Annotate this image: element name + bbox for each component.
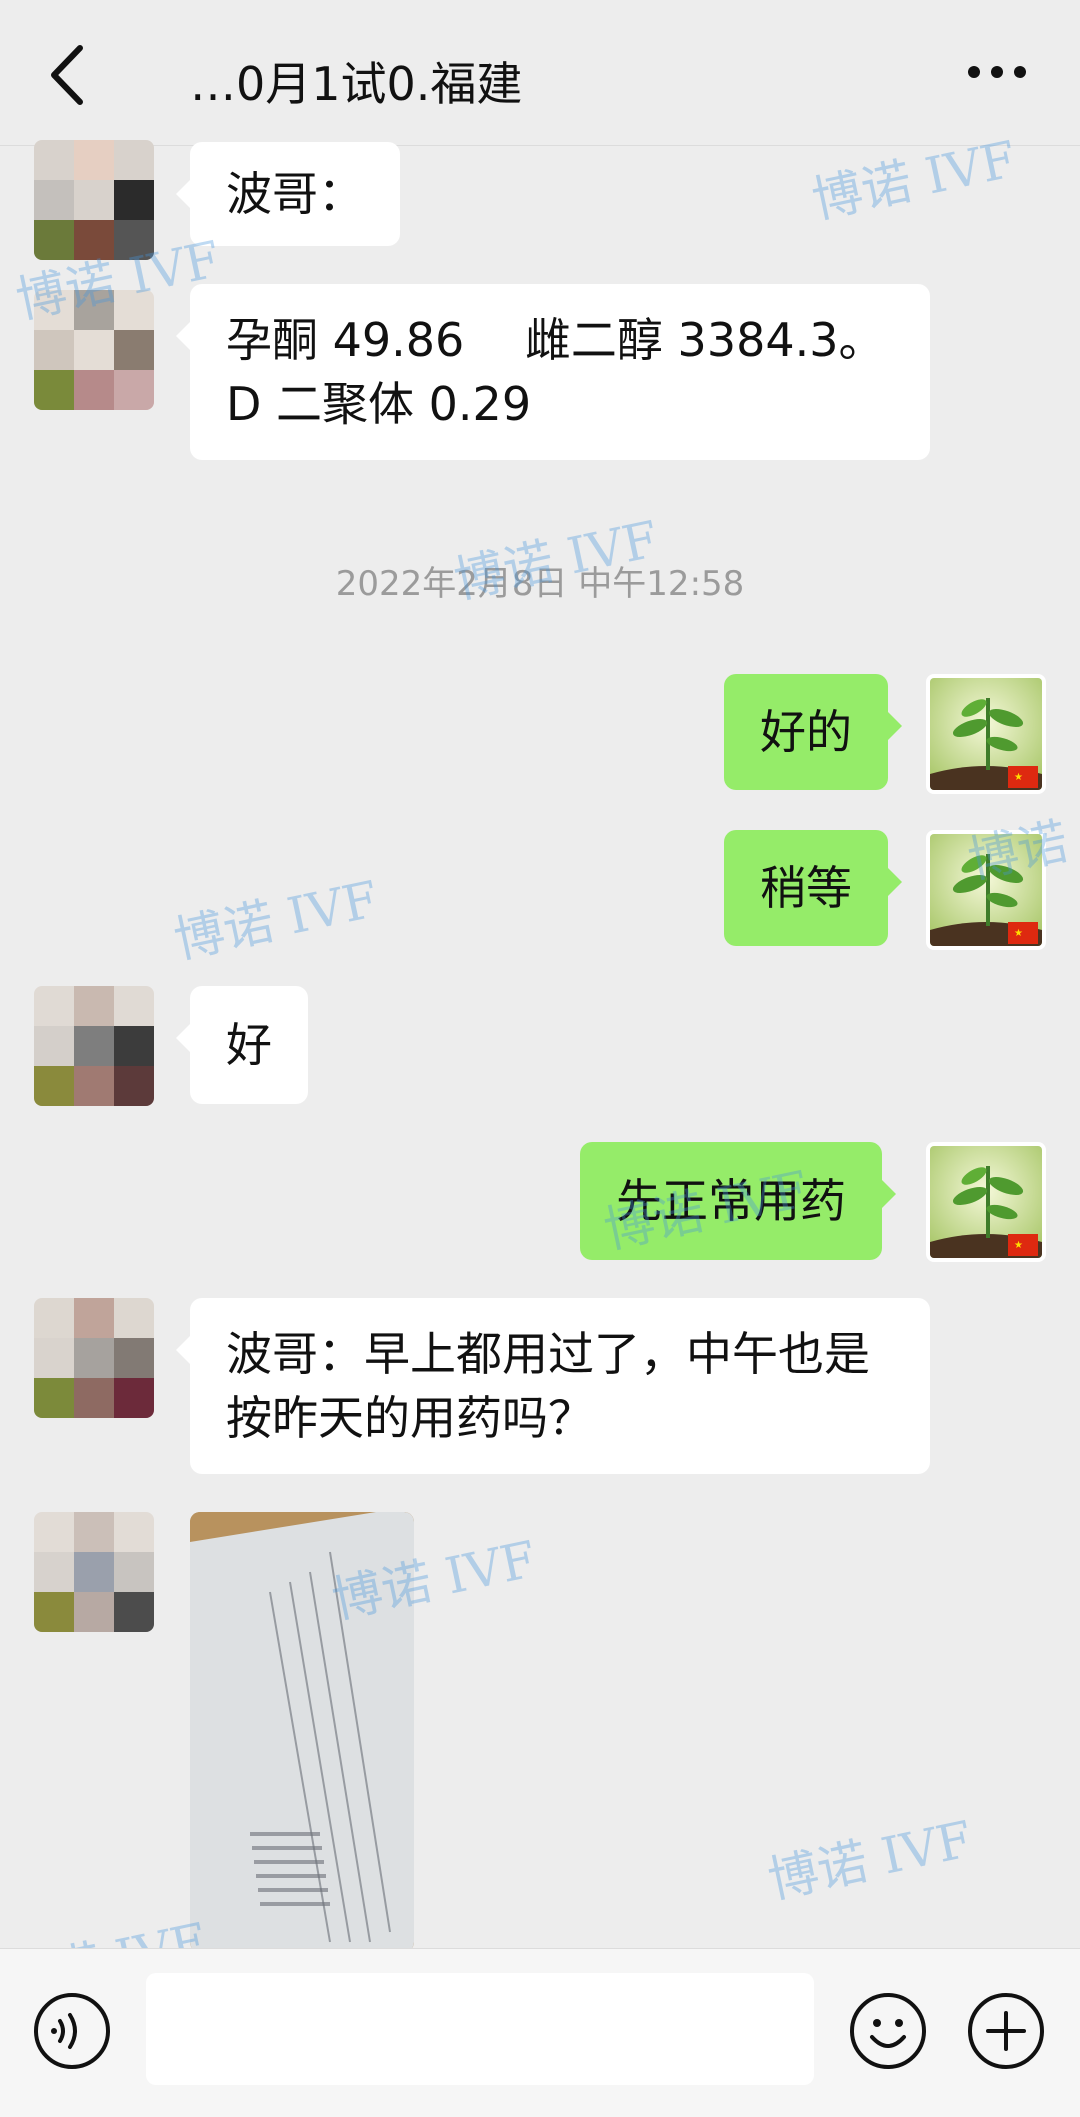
svg-text:★: ★: [1014, 772, 1023, 783]
contact-avatar[interactable]: [34, 290, 154, 410]
chat-title: …0月1试0.福建: [190, 57, 523, 111]
lab-report-photo: [190, 1512, 414, 1952]
contact-avatar[interactable]: [34, 986, 154, 1106]
watermark: 博诺 IVF: [169, 870, 384, 970]
message-line: 波哥：早上都用过了，中午也是: [226, 1327, 870, 1381]
message-text: 好的: [760, 705, 852, 759]
contact-avatar[interactable]: [34, 140, 154, 260]
message-bubble[interactable]: 好: [176, 986, 308, 1104]
message-bubble[interactable]: 波哥：: [176, 142, 400, 246]
voice-icon[interactable]: [32, 1991, 112, 2071]
user-avatar[interactable]: ★: [926, 1142, 1046, 1262]
message-line: 孕酮 49.86 雌二醇 3384.3。: [226, 313, 885, 367]
message-bubble[interactable]: 好的: [724, 674, 902, 790]
message-bubble[interactable]: 稍等: [724, 830, 902, 946]
message-bubble[interactable]: 先正常用药: [580, 1142, 896, 1260]
message-line: 按昨天的用药吗？: [226, 1391, 594, 1445]
watermark: 博诺 IVF: [763, 1810, 978, 1910]
user-avatar[interactable]: ★: [926, 674, 1046, 794]
message-bubble[interactable]: 孕酮 49.86 雌二醇 3384.3。 D 二聚体 0.29: [176, 284, 930, 460]
chat-header: …0月1试0.福建: [0, 0, 1080, 146]
message-text: 先正常用药: [616, 1174, 846, 1228]
message-line: D 二聚体 0.29: [226, 377, 532, 431]
contact-avatar[interactable]: [34, 1512, 154, 1632]
svg-text:★: ★: [1014, 928, 1023, 939]
image-message[interactable]: [190, 1512, 414, 1952]
plus-icon[interactable]: [966, 1991, 1046, 2071]
message-input[interactable]: [146, 1973, 814, 2085]
user-avatar[interactable]: ★: [926, 830, 1046, 950]
chat-timestamp: 2022年2月8日 中午12:58: [335, 564, 745, 604]
message-text: 好: [226, 1018, 272, 1072]
message-text: 稍等: [760, 861, 852, 915]
back-arrow-icon[interactable]: [40, 40, 100, 110]
emoji-icon[interactable]: [848, 1991, 928, 2071]
more-icon[interactable]: [962, 44, 1032, 100]
message-text: 波哥：: [226, 167, 364, 221]
message-bubble[interactable]: 波哥：早上都用过了，中午也是 按昨天的用药吗？: [176, 1298, 930, 1474]
contact-avatar[interactable]: [34, 1298, 154, 1418]
svg-text:★: ★: [1014, 1240, 1023, 1251]
input-bar: [0, 1948, 1080, 2117]
